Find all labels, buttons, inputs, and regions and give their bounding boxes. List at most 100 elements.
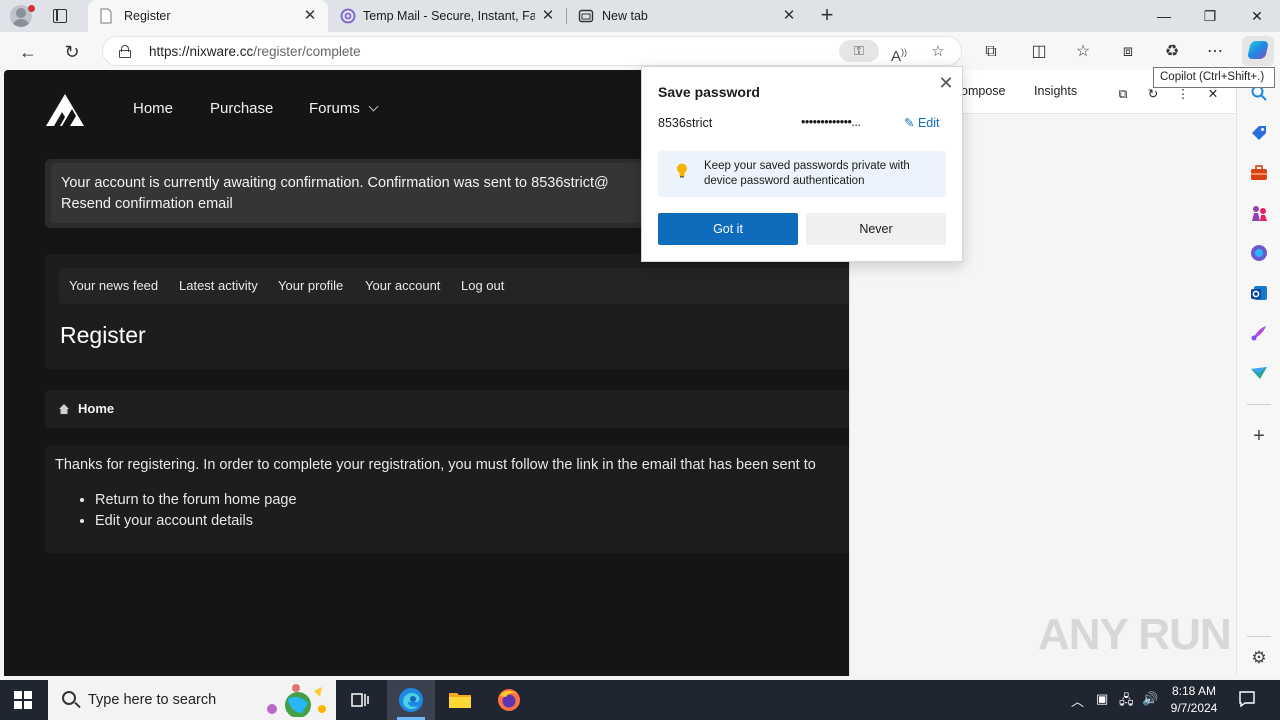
sidebar-divider [1247, 636, 1271, 637]
split-screen-icon[interactable]: ◫ [1027, 40, 1051, 64]
tip-text: Keep your saved passwords private with d… [704, 160, 910, 187]
breadcrumb-home[interactable]: Home [78, 401, 114, 416]
address-bar[interactable]: https://nixware.cc/register/complete ⚿ A… [102, 36, 962, 66]
sidebar-divider [1247, 404, 1271, 405]
device-tray-icon[interactable]: ▣ [1096, 691, 1108, 707]
new-tab-page-icon [578, 9, 594, 23]
lock-icon[interactable] [119, 45, 131, 58]
subnav-your-profile[interactable]: Your profile [278, 278, 343, 293]
games-icon[interactable] [1250, 204, 1268, 222]
nav-forums[interactable]: Forums [309, 100, 379, 117]
save-password-dialog: Save password ✕ 8536strict •••••••••••••… [641, 66, 963, 262]
tab-register[interactable]: Register ✕ [88, 0, 328, 32]
forum-home-link[interactable]: Return to the forum home page [95, 492, 297, 513]
subnav-your-account[interactable]: Your account [365, 278, 440, 293]
shopping-tag-icon[interactable] [1250, 124, 1268, 142]
network-icon[interactable]: 🖧 [1119, 691, 1134, 713]
window-close-icon[interactable]: ✕ [1234, 0, 1280, 32]
edit-button[interactable]: ✎ Edit [904, 115, 940, 130]
taskbar-search[interactable]: Type here to search [48, 680, 336, 720]
subnav-log-out[interactable]: Log out [461, 278, 504, 293]
edit-account-link[interactable]: Edit your account details [95, 513, 297, 534]
password-key-icon[interactable]: ⚿ [839, 40, 879, 62]
refresh-icon[interactable]: ↻ [59, 39, 85, 65]
tab-title: Register [124, 9, 171, 23]
account-panel: Your news feed Latest activity Your prof… [45, 254, 849, 369]
favorites-icon[interactable]: ☆ [1071, 40, 1095, 64]
message-text: Thanks for registering. In order to comp… [55, 457, 816, 473]
url-host: https://nixware.cc [149, 44, 254, 59]
tab-close-icon[interactable]: ✕ [781, 8, 797, 24]
address-url[interactable]: https://nixware.cc/register/complete [149, 44, 361, 59]
extensions-icon[interactable]: ⧉ [979, 40, 1003, 64]
copilot-tooltip: Copilot (Ctrl+Shift+.) [1153, 67, 1275, 88]
collections-icon[interactable]: ⧈ [1116, 40, 1140, 64]
clock-time: 8:18 AM [1171, 684, 1217, 698]
never-button[interactable]: Never [806, 213, 946, 245]
page-title: Register [60, 322, 146, 348]
resend-confirmation-link[interactable]: Resend confirmation email [61, 196, 233, 212]
tab-compose[interactable]: ompose [961, 84, 1005, 98]
saved-password-mask: •••••••••••••... [801, 115, 861, 129]
nav-home[interactable]: Home [133, 100, 173, 117]
new-tab-plus-icon[interactable]: + [816, 4, 838, 27]
nav-purchase[interactable]: Purchase [210, 100, 273, 117]
tab-strip: Register ✕ Temp Mail - Secure, Instant, … [0, 0, 1280, 32]
got-it-button[interactable]: Got it [658, 213, 798, 245]
edge-taskbar-icon[interactable] [387, 680, 435, 720]
subnav-latest-activity[interactable]: Latest activity [179, 278, 258, 293]
subnav-news-feed[interactable]: Your news feed [69, 278, 158, 293]
task-view-icon[interactable] [336, 680, 384, 720]
tab-temp-mail[interactable]: Temp Mail - Secure, Instant, Fast ✕ [330, 0, 566, 32]
performance-icon[interactable]: ♻ [1160, 40, 1184, 64]
edit-label: Edit [917, 116, 940, 130]
tab-divider [566, 8, 567, 24]
dialog-title: Save password [658, 84, 760, 100]
windows-taskbar: Type here to search ︿ ▣ 🖧 🔊 8:18 AM 9/7/… [0, 680, 1280, 720]
restore-icon[interactable]: ❐ [1187, 0, 1233, 32]
copilot-button[interactable] [1242, 36, 1274, 66]
designer-icon[interactable] [1250, 324, 1268, 342]
open-in-tab-icon[interactable]: ⧉ [1113, 84, 1133, 104]
tab-close-icon[interactable]: ✕ [540, 8, 556, 24]
volume-icon[interactable]: 🔊 [1142, 691, 1158, 707]
anyrun-watermark: ANY RUN [1038, 610, 1232, 659]
profile-alert-badge [28, 5, 35, 12]
tab-new-tab[interactable]: New tab ✕ [568, 0, 808, 32]
search-highlight-art-icon [267, 684, 326, 717]
saved-username: 8536strict [658, 116, 713, 130]
tab-close-icon[interactable]: ✕ [302, 8, 318, 24]
dialog-close-icon[interactable]: ✕ [936, 73, 956, 93]
back-icon[interactable]: ← [15, 39, 41, 65]
more-menu-icon[interactable]: ⋯ [1203, 40, 1227, 64]
microsoft-365-icon[interactable] [1250, 244, 1268, 262]
file-explorer-icon[interactable] [436, 680, 484, 720]
windows-start-icon[interactable] [14, 691, 32, 709]
tab-actions-icon[interactable] [50, 6, 70, 26]
home-icon [59, 404, 69, 414]
outlook-icon[interactable] [1250, 284, 1268, 302]
taskbar-clock[interactable]: 8:18 AM 9/7/2024 [1164, 683, 1224, 717]
copilot-icon [1247, 41, 1269, 59]
site-logo-icon[interactable] [45, 93, 85, 127]
minimize-icon[interactable]: — [1141, 0, 1187, 32]
firefox-icon[interactable] [485, 680, 533, 720]
tab-insights[interactable]: Insights [1034, 84, 1077, 98]
send-to-icon[interactable] [1250, 364, 1268, 382]
chevron-down-icon [368, 101, 379, 112]
notifications-icon[interactable] [1238, 690, 1256, 708]
account-subnav: Your news feed Latest activity Your prof… [59, 268, 849, 304]
tab-title: New tab [602, 9, 648, 23]
page-icon [100, 8, 112, 24]
favorite-star-icon[interactable]: ☆ [927, 41, 949, 63]
search-placeholder: Type here to search [88, 692, 217, 708]
tray-overflow-chevron-icon[interactable]: ︿ [1071, 691, 1084, 710]
search-icon [62, 691, 76, 705]
settings-gear-icon[interactable]: ⚙ [1249, 648, 1269, 668]
read-aloud-icon[interactable]: A)) [888, 41, 910, 65]
at-sign-icon [340, 8, 356, 24]
tools-briefcase-icon[interactable] [1250, 164, 1268, 182]
link-list: Return to the forum home page Edit your … [95, 492, 297, 534]
breadcrumb: Home [45, 390, 849, 428]
add-app-plus-icon[interactable]: + [1249, 426, 1269, 446]
